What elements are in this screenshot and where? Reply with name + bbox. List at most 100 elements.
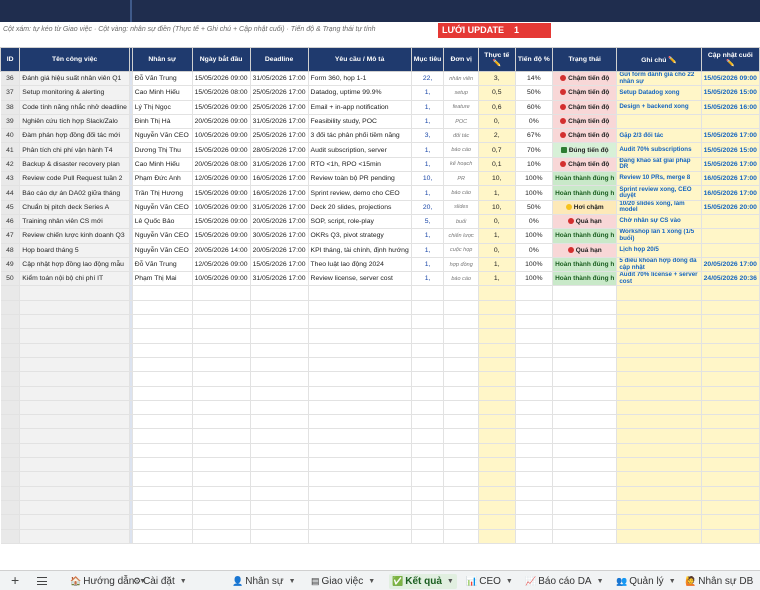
task-name-cell[interactable]: Cập nhật hợp đồng lao động mẫu	[19, 257, 130, 273]
empty-row[interactable]	[0, 443, 760, 459]
progress-cell[interactable]: 100%	[515, 257, 554, 273]
empty-cell[interactable]	[515, 428, 554, 444]
empty-cell[interactable]	[515, 486, 554, 501]
empty-cell[interactable]	[132, 386, 193, 401]
start-date-cell[interactable]: 10/05/2026 09:00	[192, 200, 251, 215]
deadline-cell[interactable]: 31/05/2026 17:00	[250, 71, 309, 87]
start-date-cell[interactable]: 15/05/2026 08:00	[192, 85, 251, 101]
empty-cell[interactable]	[0, 314, 21, 330]
row-id-cell[interactable]: 38	[0, 100, 21, 115]
last-updated-cell[interactable]	[701, 228, 760, 244]
task-name-cell[interactable]: Kiểm toán nội bộ chi phí IT	[19, 271, 130, 287]
chevron-down-icon[interactable]: ▼	[447, 578, 454, 585]
status-cell[interactable]: Chậm tiến độ	[552, 71, 618, 87]
empty-cell[interactable]	[19, 457, 130, 473]
header-start-date[interactable]: Ngày bắt đầu	[191, 47, 251, 72]
empty-cell[interactable]	[515, 414, 554, 430]
empty-cell[interactable]	[478, 414, 516, 430]
empty-cell[interactable]	[0, 357, 21, 373]
row-id-cell[interactable]: 43	[0, 171, 21, 187]
unit-cell[interactable]: setup	[443, 85, 479, 101]
empty-cell[interactable]	[250, 300, 309, 316]
empty-cell[interactable]	[701, 471, 760, 487]
empty-cell[interactable]	[19, 371, 130, 387]
empty-cell[interactable]	[616, 471, 702, 487]
empty-cell[interactable]	[616, 443, 702, 459]
empty-cell[interactable]	[192, 457, 251, 473]
empty-cell[interactable]	[443, 486, 479, 501]
table-row[interactable]: 37 Setup monitoring & alerting Cao Minh Hi…	[0, 85, 760, 101]
description-cell[interactable]: Datadog, uptime 99.9%	[308, 85, 412, 101]
empty-cell[interactable]	[411, 343, 445, 358]
empty-cell[interactable]	[0, 486, 21, 501]
description-cell[interactable]: Email + in-app notification	[308, 100, 412, 115]
table-row[interactable]: 49 Cập nhật hợp đồng lao động mẫu Đỗ Văn T…	[0, 257, 760, 273]
status-cell[interactable]: Chậm tiến độ	[552, 85, 618, 101]
task-name-cell[interactable]: Đàm phán hợp đồng đối tác mới	[19, 128, 130, 144]
empty-cell[interactable]	[552, 357, 618, 373]
empty-cell[interactable]	[250, 500, 309, 516]
empty-cell[interactable]	[515, 514, 554, 530]
deadline-cell[interactable]: 25/05/2026 17:00	[250, 100, 309, 115]
empty-cell[interactable]	[552, 400, 618, 416]
actual-cell[interactable]: 0,	[478, 214, 516, 230]
empty-cell[interactable]	[701, 357, 760, 373]
last-updated-cell[interactable]: 15/05/2026 17:00	[701, 157, 760, 173]
deadline-cell[interactable]: 31/05/2026 17:00	[250, 271, 309, 287]
empty-cell[interactable]	[192, 486, 251, 501]
row-id-cell[interactable]: 44	[0, 185, 21, 201]
empty-cell[interactable]	[250, 400, 309, 416]
empty-row[interactable]	[0, 500, 760, 516]
person-cell[interactable]: Đỗ Văn Trung	[132, 257, 193, 273]
deadline-cell[interactable]: 31/05/2026 17:00	[250, 200, 309, 215]
table-row[interactable]: 48 Họp board tháng 5 Nguyễn Văn CEO 20/05/2…	[0, 243, 760, 258]
start-date-cell[interactable]: 10/05/2026 09:00	[192, 128, 251, 144]
table-row[interactable]: 42 Backup & disaster recovery plan Cao Min…	[0, 157, 760, 173]
table-row[interactable]: 41 Phân tích chi phí vận hành T4 Dương Thị…	[0, 142, 760, 158]
empty-cell[interactable]	[411, 529, 445, 544]
last-updated-cell[interactable]	[701, 214, 760, 230]
empty-cell[interactable]	[132, 514, 193, 530]
table-row[interactable]: 50 Kiểm toán nội bộ chi phí IT Phạm Thị Ma…	[0, 271, 760, 287]
empty-cell[interactable]	[515, 343, 554, 358]
row-id-cell[interactable]: 47	[0, 228, 21, 244]
note-cell[interactable]: Gửi form đánh giá cho 22 nhân sự	[616, 71, 702, 87]
empty-cell[interactable]	[411, 357, 445, 373]
target-cell[interactable]: 1,	[411, 100, 445, 115]
empty-cell[interactable]	[250, 443, 309, 459]
empty-cell[interactable]	[478, 428, 516, 444]
target-cell[interactable]: 20,	[411, 200, 445, 215]
progress-cell[interactable]: 100%	[515, 185, 554, 201]
empty-cell[interactable]	[443, 500, 479, 516]
status-cell[interactable]: Chậm tiến độ	[552, 114, 618, 130]
task-name-cell[interactable]: Chuẩn bị pitch deck Series A	[19, 200, 130, 215]
person-cell[interactable]: Nguyễn Văn CEO	[132, 243, 193, 258]
note-cell[interactable]: Workshop lần 1 xong (1/5 buổi)	[616, 228, 702, 244]
empty-cell[interactable]	[515, 300, 554, 316]
empty-cell[interactable]	[19, 400, 130, 416]
status-cell[interactable]: Chậm tiến độ	[552, 157, 618, 173]
empty-cell[interactable]	[250, 471, 309, 487]
actual-cell[interactable]: 0,	[478, 114, 516, 130]
empty-cell[interactable]	[478, 285, 516, 301]
progress-cell[interactable]: 100%	[515, 228, 554, 244]
task-name-cell[interactable]: Review chiến lược kinh doanh Q3	[19, 228, 130, 244]
empty-cell[interactable]	[19, 486, 130, 501]
header-person[interactable]: Nhân sự	[131, 47, 193, 72]
empty-row[interactable]	[0, 529, 760, 544]
empty-cell[interactable]	[616, 371, 702, 387]
empty-cell[interactable]	[411, 285, 445, 301]
person-cell[interactable]: Đinh Thị Hà	[132, 114, 193, 130]
description-cell[interactable]: Deck 20 slides, projections	[308, 200, 412, 215]
actual-cell[interactable]: 2,	[478, 128, 516, 144]
status-cell[interactable]: Hoàn thành đúng h	[552, 185, 618, 201]
empty-row[interactable]	[0, 414, 760, 430]
empty-cell[interactable]	[701, 500, 760, 516]
person-cell[interactable]: Nguyễn Văn CEO	[132, 128, 193, 144]
empty-cell[interactable]	[0, 428, 21, 444]
progress-cell[interactable]: 14%	[515, 71, 554, 87]
empty-cell[interactable]	[443, 371, 479, 387]
description-cell[interactable]: Sprint review, demo cho CEO	[308, 185, 412, 201]
unit-cell[interactable]: báo cáo	[443, 142, 479, 158]
unit-cell[interactable]: kế hoạch	[443, 157, 479, 173]
